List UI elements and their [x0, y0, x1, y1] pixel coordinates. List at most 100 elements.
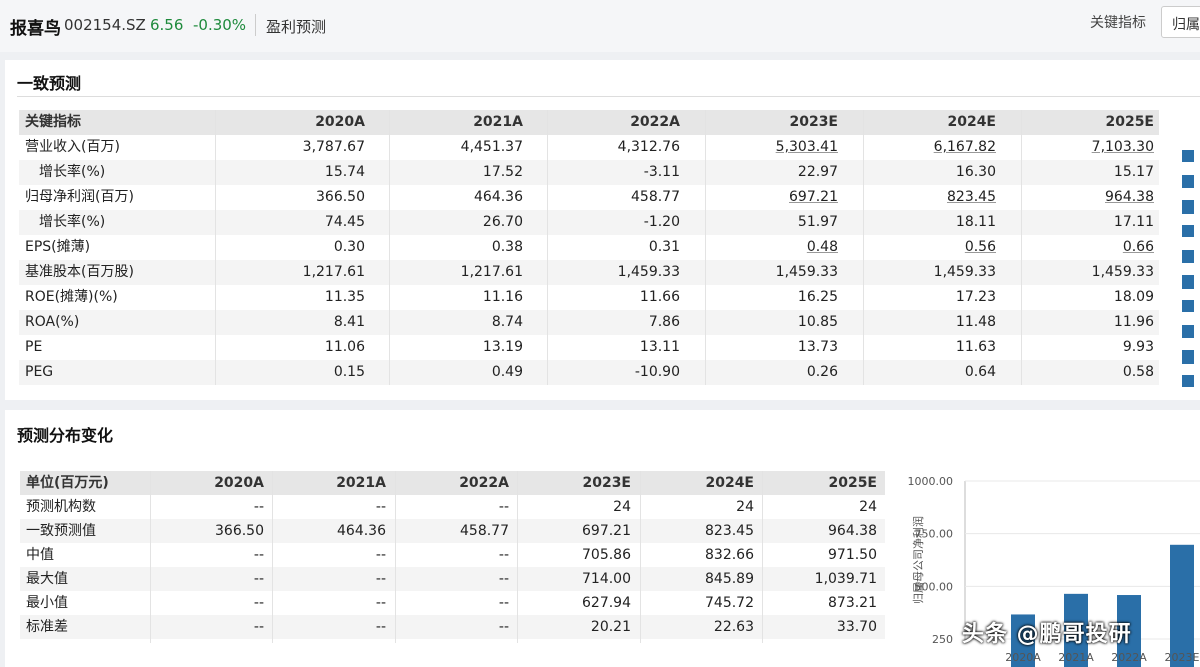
table-cell: 13.11 [639, 339, 680, 355]
table-cell: 4,312.76 [617, 139, 680, 155]
table-cell: 458.77 [460, 523, 509, 539]
column-header: 2025E [1105, 114, 1154, 130]
table-cell: 697.21 [582, 523, 631, 539]
table-cell: 10.85 [797, 314, 838, 330]
table-cell: 1,459.33 [1091, 264, 1154, 280]
row-mini-bar [1182, 325, 1194, 338]
table-cell: 15.17 [1113, 164, 1154, 180]
table-cell: 971.50 [828, 547, 877, 563]
y-axis-label: 归属母公司净利润 [911, 516, 925, 604]
row-label: 一致预测值 [26, 523, 96, 539]
table-cell: 33.70 [836, 619, 877, 635]
table-cell: 7.86 [648, 314, 680, 330]
table-row: ROA(%) 8.41 8.74 7.86 10.85 11.48 11.96 [19, 310, 1159, 335]
row-label: ROE(摊薄)(%) [25, 289, 118, 305]
table-cell: 4,451.37 [460, 139, 523, 155]
table-cell: -1.20 [643, 214, 680, 230]
table-cell: 964.38 [1105, 189, 1154, 205]
row-label: 增长率(%) [39, 214, 106, 230]
column-header: 2024E [705, 475, 754, 491]
table-cell: 11.48 [955, 314, 996, 330]
table-cell: 714.00 [582, 571, 631, 587]
row-label: PEG [25, 364, 54, 380]
row-label: 最小值 [26, 595, 68, 611]
table-cell: 24 [736, 499, 754, 515]
table-row: 增长率(%) 74.45 26.70 -1.20 51.97 18.11 17.11 [19, 210, 1159, 235]
table-cell: 0.49 [491, 364, 523, 380]
title-divider [17, 96, 1200, 97]
row-label: 预测机构数 [26, 499, 96, 515]
column-divider [215, 110, 216, 385]
table-cell: 1,459.33 [617, 264, 680, 280]
table-cell: 0.48 [806, 239, 838, 255]
column-header: 2021A [473, 114, 523, 130]
table-cell: -- [375, 571, 386, 587]
table-cell: 1,217.61 [460, 264, 523, 280]
table-cell: 0.30 [333, 239, 365, 255]
table-cell: -- [253, 571, 264, 587]
table-cell: -- [253, 619, 264, 635]
column-header: 2023E [789, 114, 838, 130]
row-label: ROA(%) [25, 314, 80, 330]
watermark: 头条 @鹏哥投研 [962, 622, 1132, 647]
x-tick-label: 2022A [1111, 651, 1147, 664]
table-row: 增长率(%) 15.74 17.52 -3.11 22.97 16.30 15.17 [19, 160, 1159, 185]
table-cell: -3.11 [643, 164, 680, 180]
table-cell: -- [253, 499, 264, 515]
stock-header: 报喜鸟 002154.SZ 6.56 -0.30% 盈利预测 [0, 0, 1200, 52]
table-cell: 8.41 [333, 314, 365, 330]
metric-selector-label: 关键指标 [1090, 15, 1146, 31]
table-row: 归母净利润(百万) 366.50 464.36 458.77 697.21 823.45 9… [19, 185, 1159, 210]
table-cell: 17.23 [955, 289, 996, 305]
metric-selector[interactable]: 归属 [1161, 6, 1200, 38]
column-divider [395, 471, 396, 643]
row-mini-bar [1182, 250, 1194, 263]
table-cell: -- [253, 595, 264, 611]
table-cell: -- [375, 619, 386, 635]
table-cell: 11.35 [324, 289, 365, 305]
table-row: 营业收入(百万) 3,787.67 4,451.37 4,312.76 5,303.41… [19, 135, 1159, 160]
table-cell: 24 [859, 499, 877, 515]
table-cell: 22.63 [713, 619, 754, 635]
table-cell: 1,459.33 [933, 264, 996, 280]
tab-earnings-forecast[interactable]: 盈利预测 [266, 16, 326, 37]
table-cell: 0.26 [806, 364, 838, 380]
table-cell: 13.73 [797, 339, 838, 355]
table-cell: 873.21 [828, 595, 877, 611]
table-cell: -- [375, 547, 386, 563]
table-cell: 9.93 [1122, 339, 1154, 355]
table-cell: 17.52 [482, 164, 523, 180]
table-cell: 16.30 [955, 164, 996, 180]
table-cell: 0.38 [491, 239, 523, 255]
table-cell: 11.63 [955, 339, 996, 355]
table-cell: 11.96 [1113, 314, 1154, 330]
table-cell: -- [498, 595, 509, 611]
table-cell: -10.90 [634, 364, 680, 380]
table-cell: 22.97 [797, 164, 838, 180]
table-cell: 0.31 [648, 239, 680, 255]
table-cell: 0.56 [964, 239, 996, 255]
table-cell: 845.89 [705, 571, 754, 587]
table-cell: 5,303.41 [775, 139, 838, 155]
table-cell: 11.06 [324, 339, 365, 355]
table-cell: 366.50 [215, 523, 264, 539]
table-row: 基准股本(百万股) 1,217.61 1,217.61 1,459.33 1,459.3… [19, 260, 1159, 285]
row-label: 归母净利润(百万) [25, 189, 134, 205]
table-cell: 458.77 [631, 189, 680, 205]
column-header: 2025E [828, 475, 877, 491]
y-tick-label: 1000.00 [908, 475, 954, 488]
row-mini-bar [1182, 150, 1194, 162]
table-cell: -- [498, 499, 509, 515]
column-divider [547, 110, 548, 385]
row-label: 基准股本(百万股) [25, 264, 134, 280]
row-label: EPS(摊薄) [25, 239, 91, 255]
table-row: PEG 0.15 0.49 -10.90 0.26 0.64 0.58 [19, 360, 1159, 385]
table-cell: 1,039.71 [814, 571, 877, 587]
row-label: 营业收入(百万) [25, 139, 120, 155]
bar [1170, 544, 1194, 667]
column-header: 2020A [315, 114, 365, 130]
row-label: 中值 [26, 547, 54, 563]
table-cell: 15.74 [324, 164, 365, 180]
column-divider [517, 471, 518, 643]
row-mini-bar [1182, 200, 1194, 214]
